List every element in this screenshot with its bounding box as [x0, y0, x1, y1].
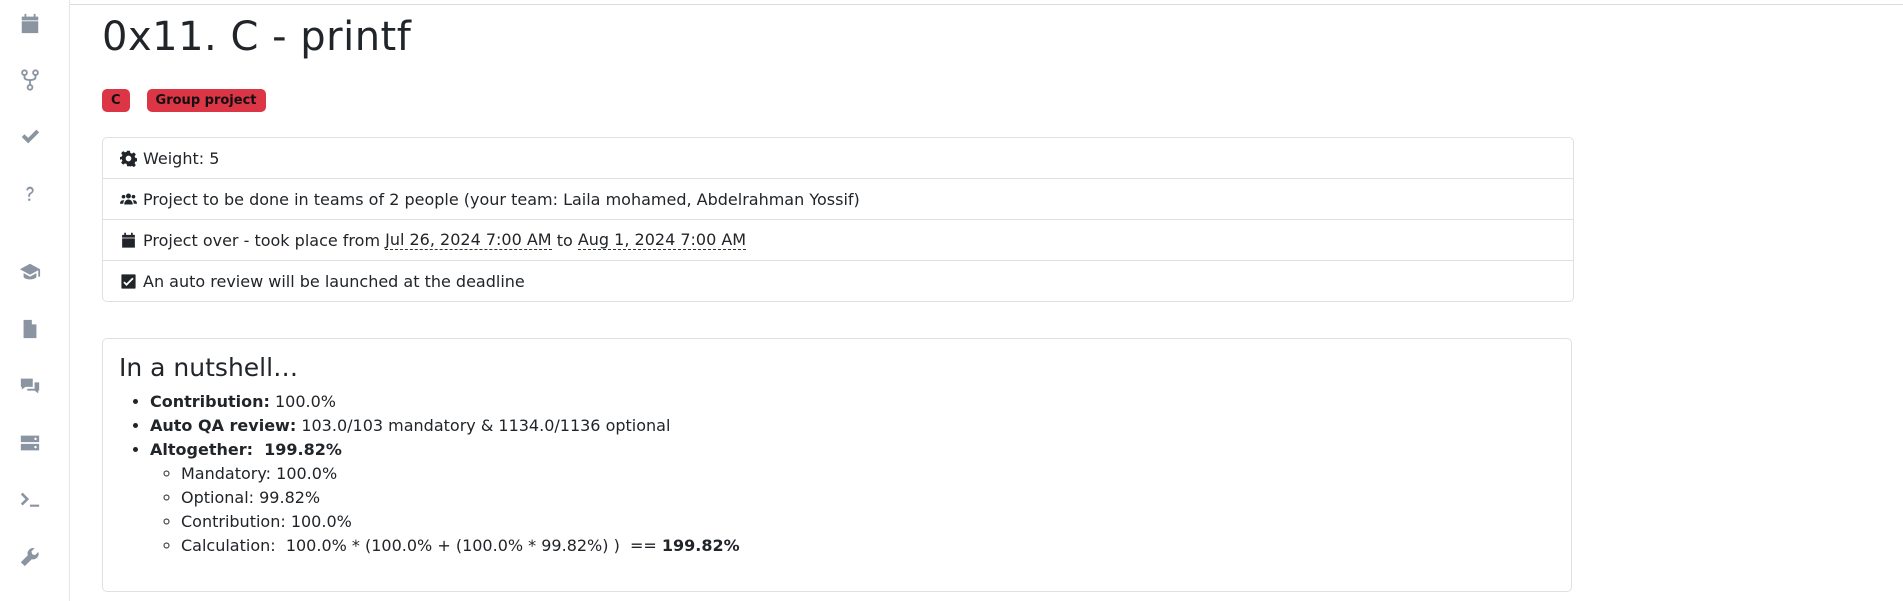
- altogether-breakdown: Mandatory: 100.0% Optional: 99.82% Contr…: [150, 462, 740, 558]
- contribution-score: Contribution: 100.0%: [181, 510, 740, 534]
- page-title: 0x11. C - printf: [102, 14, 412, 60]
- list-item-qa-review: Auto QA review: 103.0/103 mandatory & 11…: [150, 414, 740, 438]
- qa-label: Auto QA review:: [150, 416, 297, 435]
- info-team: Project to be done in teams of 2 people …: [103, 178, 1573, 219]
- nutshell-list: Contribution: 100.0% Auto QA review: 103…: [119, 390, 740, 558]
- altogether-value: 199.82%: [264, 440, 342, 459]
- info-auto-review: An auto review will be launched at the d…: [103, 260, 1573, 301]
- calendar-icon[interactable]: [14, 8, 46, 40]
- list-item-altogether: Altogether: 199.82% Mandatory: 100.0% Op…: [150, 438, 740, 558]
- contribution-value: 100.0%: [269, 392, 336, 411]
- check-icon[interactable]: [14, 121, 46, 153]
- file-icon[interactable]: [14, 313, 46, 345]
- info-period: Project over - took place from Jul 26, 2…: [103, 219, 1573, 260]
- calculation-text: Calculation: 100.0% * (100.0% + (100.0% …: [181, 536, 662, 555]
- badge-group-project: Group project: [146, 89, 266, 112]
- team-text: Project to be done in teams of 2 people …: [143, 189, 860, 209]
- graduation-cap-icon[interactable]: [14, 256, 46, 288]
- contribution-label: Contribution:: [150, 392, 270, 411]
- period-mid: to: [551, 230, 578, 250]
- period-prefix: Project over - took place from: [143, 230, 386, 250]
- wrench-icon[interactable]: [14, 541, 46, 573]
- nutshell-card: In a nutshell… Contribution: 100.0% Auto…: [102, 338, 1572, 592]
- start-date: Jul 26, 2024 7:00 AM: [385, 230, 552, 250]
- optional-score: Optional: 99.82%: [181, 486, 740, 510]
- gear-icon: [120, 150, 137, 167]
- qa-value: 103.0/103 mandatory & 1134.0/1136 option…: [296, 416, 671, 435]
- calendar-icon: [120, 232, 137, 249]
- comments-icon[interactable]: [14, 370, 46, 402]
- mandatory-score: Mandatory: 100.0%: [181, 462, 740, 486]
- auto-review-text: An auto review will be launched at the d…: [143, 271, 525, 291]
- end-date: Aug 1, 2024 7:00 AM: [577, 230, 747, 250]
- weight-text: Weight: 5: [143, 148, 220, 168]
- nutshell-title: In a nutshell…: [119, 353, 299, 382]
- users-icon: [120, 191, 137, 208]
- info-weight: Weight: 5: [103, 138, 1573, 178]
- top-divider: [70, 4, 1903, 5]
- question-icon[interactable]: [14, 178, 46, 210]
- terminal-icon[interactable]: [14, 484, 46, 516]
- sidebar: [0, 0, 70, 601]
- code-fork-icon[interactable]: [14, 64, 46, 96]
- calculation-item: Calculation: 100.0% * (100.0% + (100.0% …: [181, 534, 740, 558]
- project-info-list: Weight: 5 Project to be done in teams of…: [102, 137, 1574, 302]
- server-icon[interactable]: [14, 427, 46, 459]
- checkbox-checked-icon: [120, 273, 137, 290]
- calculation-result: 199.82%: [661, 536, 740, 555]
- altogether-label: Altogether:: [150, 440, 253, 459]
- list-item-contribution: Contribution: 100.0%: [150, 390, 740, 414]
- project-badges: C Group project: [102, 89, 266, 112]
- badge-language: C: [102, 89, 130, 112]
